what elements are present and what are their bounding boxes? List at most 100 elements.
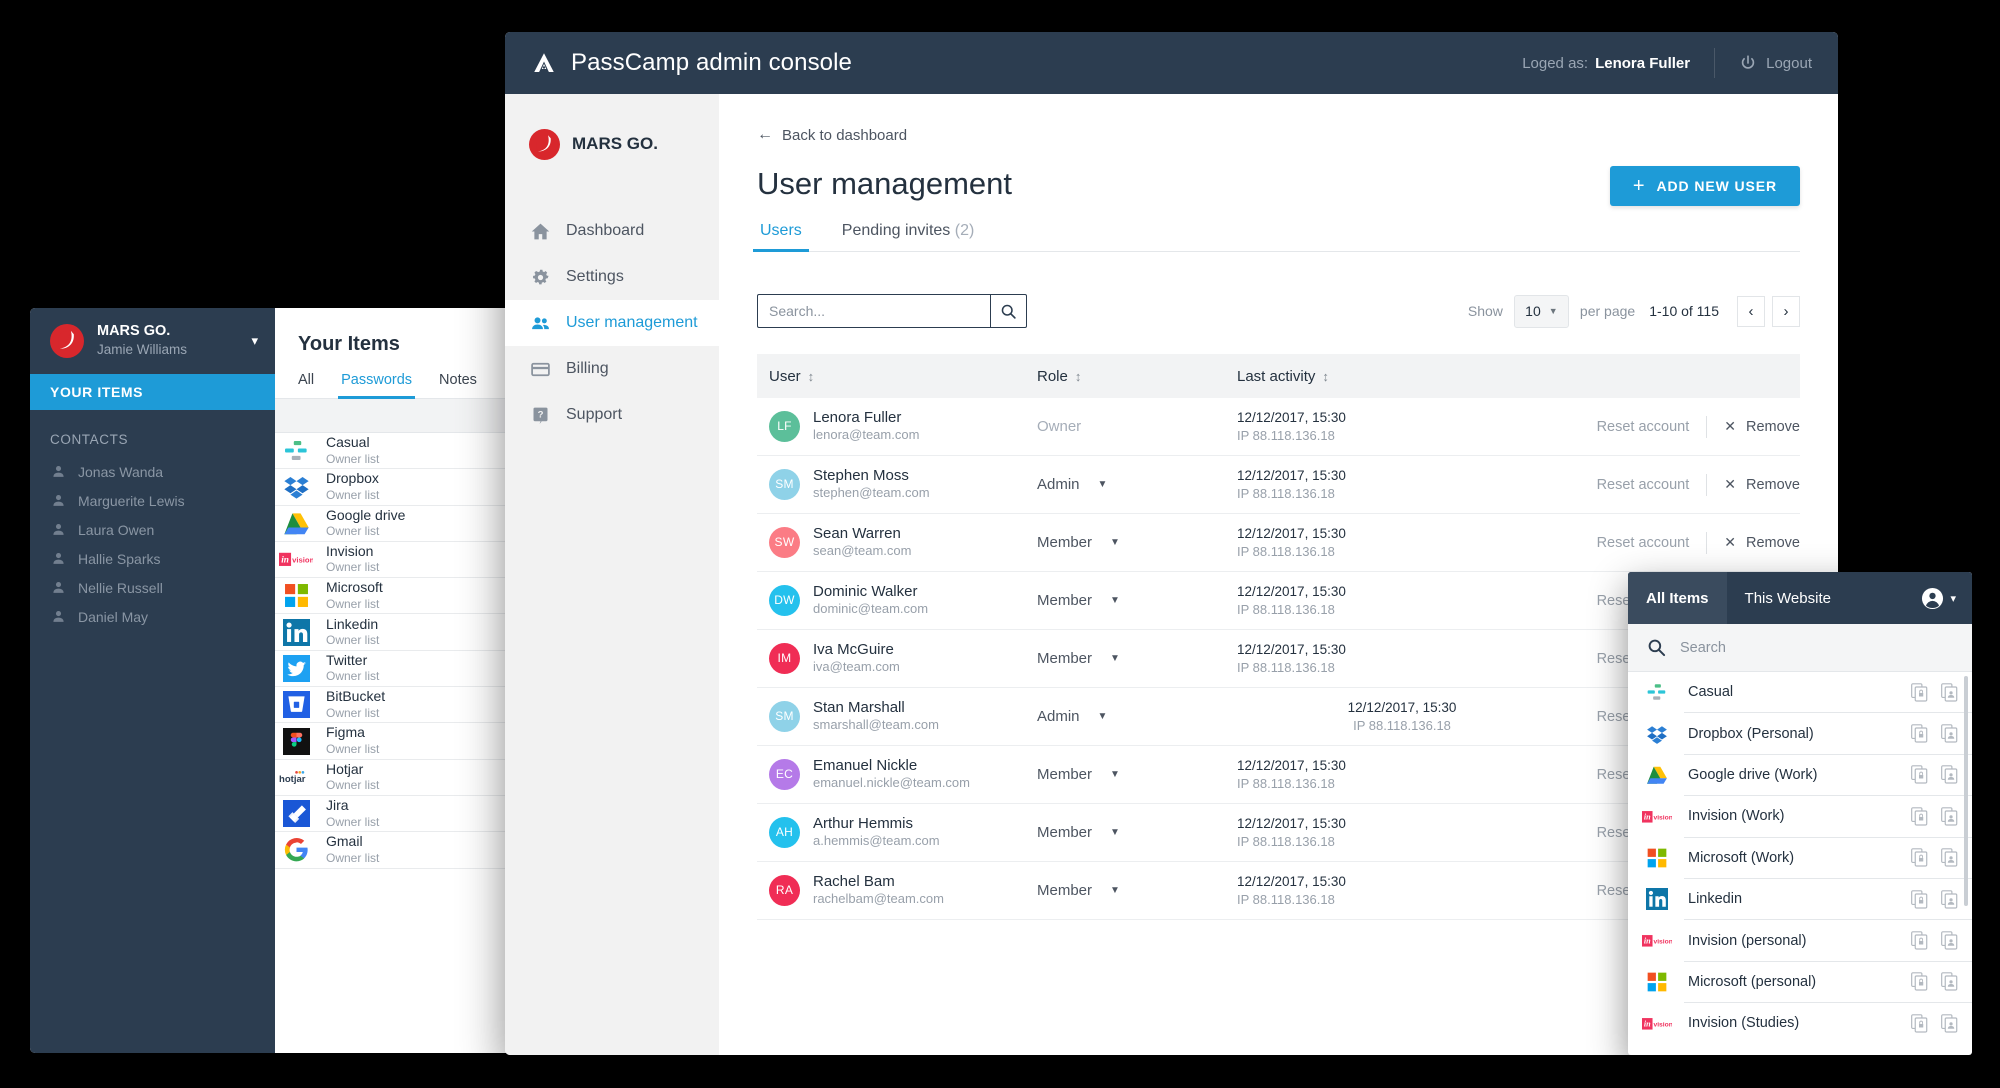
logout-button[interactable]: Logout <box>1739 54 1812 72</box>
sidebar-item-support[interactable]: ? Support <box>505 392 719 438</box>
cell-role[interactable]: Member ▼ <box>1037 650 1237 667</box>
vault-tab-passwords[interactable]: Passwords <box>338 372 415 399</box>
copy-lock-icon[interactable] <box>1911 848 1928 867</box>
per-page-select[interactable]: 10 ▼ <box>1513 294 1569 328</box>
search-button[interactable] <box>990 294 1027 328</box>
vault-tab-notes[interactable]: Notes <box>439 372 477 398</box>
extension-list-item[interactable]: Google drive (Work) <box>1628 755 1972 795</box>
chevron-down-icon[interactable]: ▼ <box>1098 479 1108 490</box>
svg-text:in: in <box>1644 812 1651 821</box>
copy-user-icon[interactable] <box>1941 1014 1958 1033</box>
chevron-down-icon[interactable]: ▼ <box>1110 885 1120 896</box>
extension-list-item[interactable]: Dropbox (Personal) <box>1628 713 1972 753</box>
cell-role[interactable]: Admin ▼ <box>1037 476 1237 493</box>
sidebar-item-billing[interactable]: Billing <box>505 346 719 392</box>
tab-users[interactable]: Users <box>753 222 809 252</box>
invision-icon: in vision <box>1642 1017 1672 1030</box>
copy-lock-icon[interactable] <box>1911 765 1928 785</box>
copy-lock-icon[interactable] <box>1911 972 1928 992</box>
copy-lock-icon[interactable] <box>1911 931 1928 950</box>
chevron-down-icon[interactable]: ▼ <box>1110 537 1120 548</box>
vault-list-item[interactable]: Microsoft Owner list <box>275 578 514 615</box>
copy-user-icon[interactable] <box>1941 931 1958 950</box>
contact-item[interactable]: Nellie Russell <box>30 573 275 602</box>
column-header-role[interactable]: Role ↕ <box>1037 368 1237 385</box>
vault-list-item[interactable]: BitBucket Owner list <box>275 687 514 724</box>
vault-list-item[interactable]: Casual Owner list <box>275 433 514 470</box>
search-input[interactable] <box>757 294 990 328</box>
extension-list-item[interactable]: Microsoft (personal) <box>1628 962 1972 1002</box>
vault-list-item[interactable]: hotjar Hotjar Owner list <box>275 760 514 796</box>
copy-lock-icon[interactable] <box>1911 889 1928 909</box>
chevron-down-icon[interactable]: ▼ <box>1110 827 1120 838</box>
extension-list-item[interactable]: in vision Invision (Work) <box>1628 796 1972 836</box>
vault-list-item[interactable]: Gmail Owner list <box>275 832 514 869</box>
contact-item[interactable]: Daniel May <box>30 602 275 631</box>
chevron-down-icon[interactable]: ▼ <box>1098 711 1108 722</box>
extension-scrollbar[interactable] <box>1964 676 1968 906</box>
extension-list-item[interactable]: in vision Invision (personal) <box>1628 920 1972 960</box>
vault-list-item[interactable]: in vision Invision Owner list <box>275 542 514 579</box>
contact-item[interactable]: Laura Owen <box>30 515 275 544</box>
cell-role[interactable]: Member ▼ <box>1037 824 1237 841</box>
column-header-last-activity[interactable]: Last activity ↕ <box>1237 368 1567 385</box>
extension-list-item[interactable]: Microsoft (Work) <box>1628 838 1972 878</box>
vault-list-item[interactable]: Twitter Owner list <box>275 651 514 688</box>
back-to-dashboard-link[interactable]: ← Back to dashboard <box>757 126 1800 144</box>
column-header-user[interactable]: User ↕ <box>757 368 1037 385</box>
cell-role[interactable]: Member ▼ <box>1037 534 1237 551</box>
remove-label: Remove <box>1746 534 1800 551</box>
reset-account-button[interactable]: Reset account <box>1597 477 1690 493</box>
chevron-down-icon[interactable]: ▼ <box>1110 653 1120 664</box>
reset-account-button[interactable]: Reset account <box>1597 535 1690 551</box>
prev-page-button[interactable]: ‹ <box>1737 295 1765 327</box>
cell-role[interactable]: Member ▼ <box>1037 882 1237 899</box>
copy-user-icon[interactable] <box>1941 724 1958 743</box>
vault-list-item[interactable]: Google drive Owner list <box>275 506 514 542</box>
cell-role[interactable]: Member ▼ <box>1037 592 1237 609</box>
extension-tab-this-website[interactable]: This Website <box>1727 572 1849 624</box>
extension-list-item[interactable]: Casual <box>1628 672 1972 712</box>
cell-role[interactable]: Member ▼ <box>1037 766 1237 783</box>
vault-tab-all[interactable]: All <box>298 372 314 398</box>
reset-account-button[interactable]: Reset account <box>1597 419 1690 435</box>
extension-account-menu[interactable]: ▾ <box>1921 587 1972 610</box>
copy-lock-icon[interactable] <box>1911 1014 1928 1033</box>
copy-user-icon[interactable] <box>1941 765 1958 785</box>
copy-lock-icon[interactable] <box>1911 724 1928 743</box>
copy-user-icon[interactable] <box>1941 848 1958 867</box>
tab-pending-invites[interactable]: Pending invites (2) <box>839 222 978 251</box>
extension-list-item[interactable]: Linkedin <box>1628 879 1972 919</box>
next-page-button[interactable]: › <box>1772 295 1800 327</box>
extension-tab-all-items[interactable]: All Items <box>1628 572 1727 624</box>
contact-item[interactable]: Hallie Sparks <box>30 544 275 573</box>
copy-lock-icon[interactable] <box>1911 682 1928 702</box>
copy-user-icon[interactable] <box>1941 972 1958 992</box>
contact-item[interactable]: Jonas Wanda <box>30 457 275 486</box>
vault-list-item[interactable]: Figma Owner list <box>275 723 514 760</box>
copy-lock-icon[interactable] <box>1911 807 1928 826</box>
remove-user-button[interactable]: ✕ Remove <box>1724 476 1800 493</box>
extension-search-input[interactable] <box>1680 639 1972 656</box>
vault-list-item[interactable]: Jira Owner list <box>275 796 514 833</box>
sidebar-item-your-items[interactable]: YOUR ITEMS <box>30 374 275 410</box>
remove-user-button[interactable]: ✕ Remove <box>1724 418 1800 435</box>
sidebar-item-user-management[interactable]: User management <box>505 300 719 346</box>
sidebar-item-settings[interactable]: Settings <box>505 254 719 300</box>
copy-user-icon[interactable] <box>1941 682 1958 702</box>
copy-user-icon[interactable] <box>1941 807 1958 826</box>
chevron-down-icon[interactable]: ▼ <box>1110 595 1120 606</box>
chevron-down-icon[interactable]: ▾ <box>251 333 258 349</box>
vault-list-item[interactable]: Linkedin Owner list <box>275 614 514 651</box>
remove-user-button[interactable]: ✕ Remove <box>1724 534 1800 551</box>
copy-user-icon[interactable] <box>1941 889 1958 909</box>
vault-account-switcher[interactable]: MARS GO. Jamie Williams ▾ <box>30 308 275 374</box>
cell-role[interactable]: Admin ▼ <box>1037 708 1237 725</box>
contact-item[interactable]: Marguerite Lewis <box>30 486 275 515</box>
extension-list-item[interactable]: in vision Invision (Studies) <box>1628 1003 1972 1043</box>
sidebar-item-dashboard[interactable]: Dashboard <box>505 208 719 254</box>
add-new-user-button[interactable]: + ADD NEW USER <box>1609 166 1800 206</box>
vault-list-item[interactable]: Dropbox Owner list <box>275 469 514 506</box>
chevron-down-icon[interactable]: ▼ <box>1110 769 1120 780</box>
extension-item-actions <box>1898 1014 1958 1033</box>
